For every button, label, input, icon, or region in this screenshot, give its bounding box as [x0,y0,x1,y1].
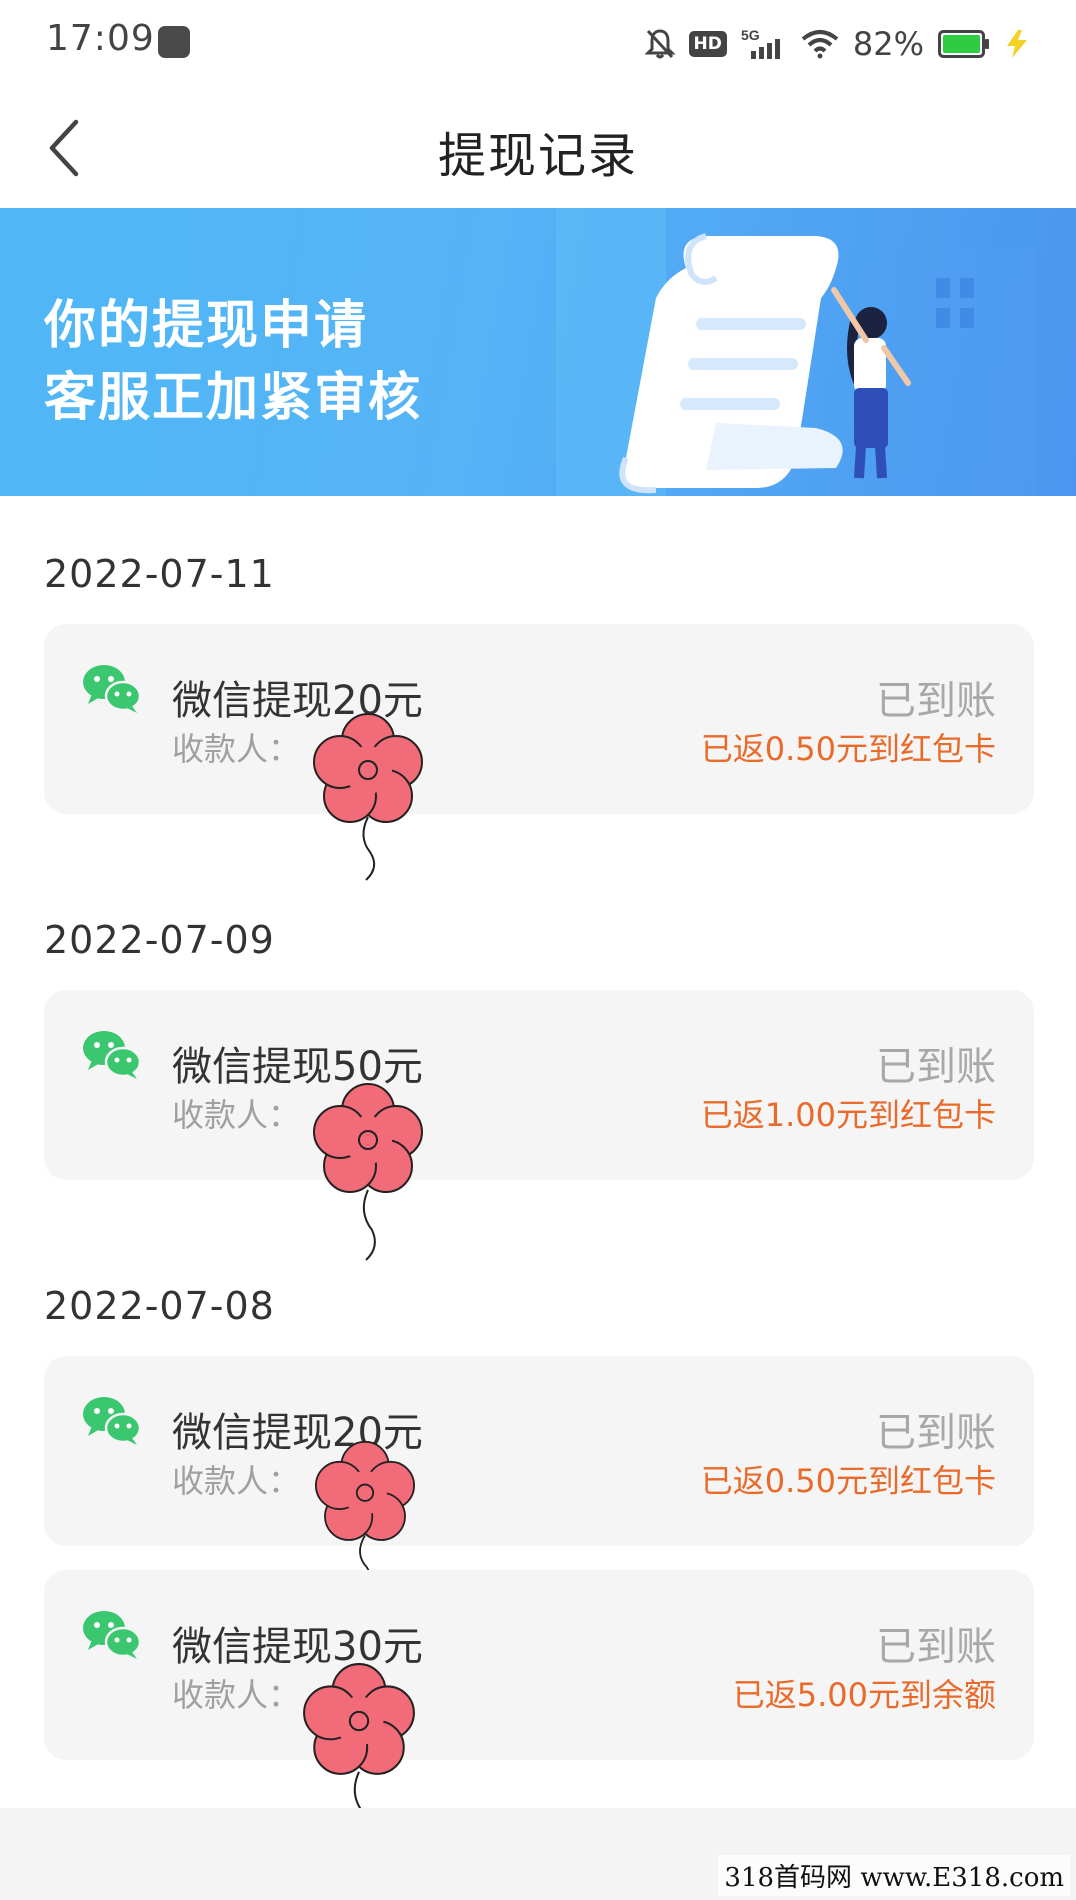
mute-icon [644,29,675,59]
payee-label: 收款人： [172,730,301,768]
date-label: 2022-07-09 [44,918,275,962]
date-label: 2022-07-08 [44,1284,275,1328]
withdraw-record-card[interactable]: 微信提现20元 收款人： 已到账 已返0.50元到红包卡 [44,1356,1034,1546]
status-time: 17:09 [46,18,155,59]
banner-line-2: 客服正加紧审核 [44,368,423,428]
charging-icon [1007,30,1027,58]
status-text: 已到账 [876,1410,996,1456]
watermark: 318首码网 www.E318.com [718,1855,1070,1896]
wifi-icon [801,30,839,59]
flower-sticker-icon [313,713,423,881]
svg-text:5G: 5G [741,27,760,43]
payee-label: 收款人： [172,1096,301,1134]
rebate-text: 已返5.00元到余额 [732,1676,996,1714]
hd-icon: HD [688,31,727,57]
screen-record-icon [158,26,190,58]
wechat-icon [83,1031,142,1079]
payee-label: 收款人： [172,1676,301,1714]
status-icons: HD 5G 82% [644,22,1030,66]
page-title: 提现记录 [437,128,638,184]
banner-illustration [556,208,1036,496]
withdraw-record-card[interactable]: 微信提现20元 收款人： 已到账 已返0.50元到红包卡 [44,624,1034,814]
signal-5g-icon: 5G [741,27,780,59]
rebate-text: 已返0.50元到红包卡 [700,1462,996,1500]
status-bar: 17:09 HD 5G 82% [0,0,1076,86]
status-text: 已到账 [876,1044,996,1090]
nav-header: 提现记录 [0,86,1076,208]
status-text: 已到账 [876,678,996,724]
rebate-text: 已返1.00元到红包卡 [700,1096,996,1134]
review-banner: 你的提现申请 客服正加紧审核 [0,208,1076,496]
date-label: 2022-07-11 [44,552,275,596]
withdraw-record-card[interactable]: 微信提现50元 收款人： 已到账 已返1.00元到红包卡 [44,990,1034,1180]
withdraw-record-card[interactable]: 微信提现30元 收款人： 已到账 已返5.00元到余额 [44,1570,1034,1760]
flower-sticker-icon [313,1083,423,1261]
battery-percent: 82% [852,25,924,63]
payee-label: 收款人： [172,1462,301,1500]
banner-line-1: 你的提现申请 [44,296,369,356]
status-text: 已到账 [876,1624,996,1670]
wechat-icon [83,665,142,713]
battery-icon [938,30,989,58]
rebate-text: 已返0.50元到红包卡 [700,730,996,768]
flower-sticker-icon [314,1440,415,1588]
wechat-icon [83,1397,142,1445]
wechat-icon [83,1611,142,1659]
